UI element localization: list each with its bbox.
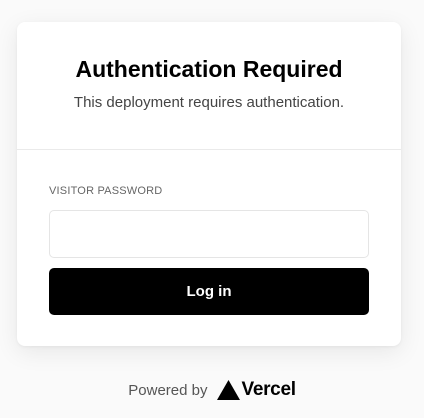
card-header: Authentication Required This deployment … xyxy=(17,22,401,150)
password-input[interactable] xyxy=(49,210,369,258)
page-subtitle: This deployment requires authentication. xyxy=(73,94,345,111)
vercel-triangle-icon xyxy=(216,380,240,400)
powered-by-text: Powered by xyxy=(128,381,208,399)
vercel-wordmark: Vercel xyxy=(241,379,297,400)
auth-card: Authentication Required This deployment … xyxy=(17,22,401,346)
login-form: VISITOR PASSWORD Log in xyxy=(17,184,401,315)
footer: Powered by Vercel xyxy=(0,378,424,402)
login-button[interactable]: Log in xyxy=(49,268,369,315)
page-title: Authentication Required xyxy=(75,56,343,82)
page: Authentication Required This deployment … xyxy=(0,0,424,418)
password-label: VISITOR PASSWORD xyxy=(49,185,163,197)
vercel-link[interactable]: Vercel xyxy=(216,379,297,401)
